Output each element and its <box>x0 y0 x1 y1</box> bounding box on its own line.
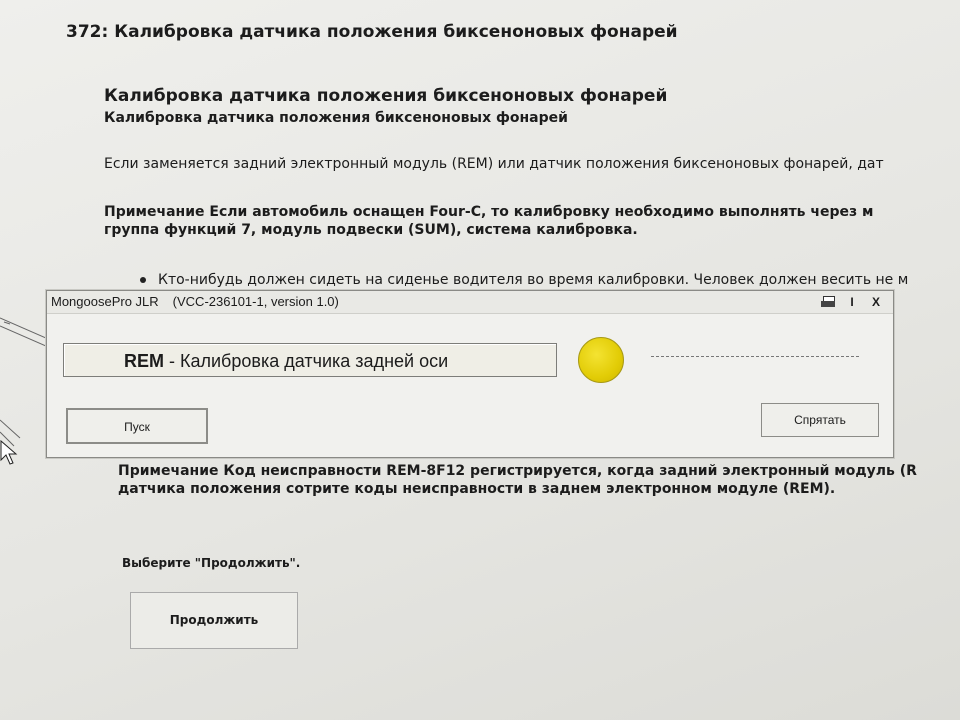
status-box: REM - Калибровка датчика задней оси <box>63 343 557 377</box>
note-line: Примечание Если автомобиль оснащен Four-… <box>104 204 874 220</box>
bullet-text: Кто-нибудь должен сидеть на сиденье води… <box>158 272 909 288</box>
note-fault-code: Примечание Код неисправности REM-8F12 ре… <box>118 462 960 498</box>
dialog-app-name: MongoosePro JLR <box>51 294 159 309</box>
note-line: Примечание Код неисправности REM-8F12 ре… <box>118 463 917 479</box>
dialog-titlebar[interactable]: MongoosePro JLR (VCC-236101-1, version 1.… <box>47 291 893 314</box>
hide-button[interactable]: Спрятать <box>761 403 879 437</box>
close-button[interactable]: X <box>869 291 883 313</box>
printer-icon[interactable] <box>821 296 835 308</box>
info-button[interactable]: I <box>845 291 859 313</box>
note-line: группа функций 7, модуль подвески (SUM),… <box>104 222 638 238</box>
bullet-item: Кто-нибудь должен сидеть на сиденье води… <box>140 272 960 288</box>
page-title: 372: Калибровка датчика положения биксен… <box>66 22 678 42</box>
status-module: REM <box>124 351 164 371</box>
start-button[interactable]: Пуск <box>66 408 208 444</box>
intro-paragraph: Если заменяется задний электронный модул… <box>104 156 884 172</box>
bullet-dot-icon <box>140 277 146 283</box>
dialog-controls: I X <box>821 291 883 313</box>
status-indicator-light <box>578 337 624 383</box>
section-title: Калибровка датчика положения биксеноновы… <box>104 86 668 106</box>
select-instruction: Выберите "Продолжить". <box>122 556 301 570</box>
continue-button[interactable]: Продолжить <box>130 592 298 649</box>
document-page: 372: Калибровка датчика положения биксен… <box>0 0 960 720</box>
note-line: датчика положения сотрите коды неисправн… <box>118 481 836 497</box>
status-text: - Калибровка датчика задней оси <box>164 351 449 371</box>
mouse-cursor-icon <box>0 440 18 465</box>
progress-line <box>651 356 859 357</box>
section-subtitle: Калибровка датчика положения биксеноновы… <box>104 110 568 126</box>
note-four-c: Примечание Если автомобиль оснащен Four-… <box>104 203 960 239</box>
mongoose-dialog: MongoosePro JLR (VCC-236101-1, version 1.… <box>46 290 894 458</box>
dialog-version: (VCC-236101-1, version 1.0) <box>172 294 339 309</box>
